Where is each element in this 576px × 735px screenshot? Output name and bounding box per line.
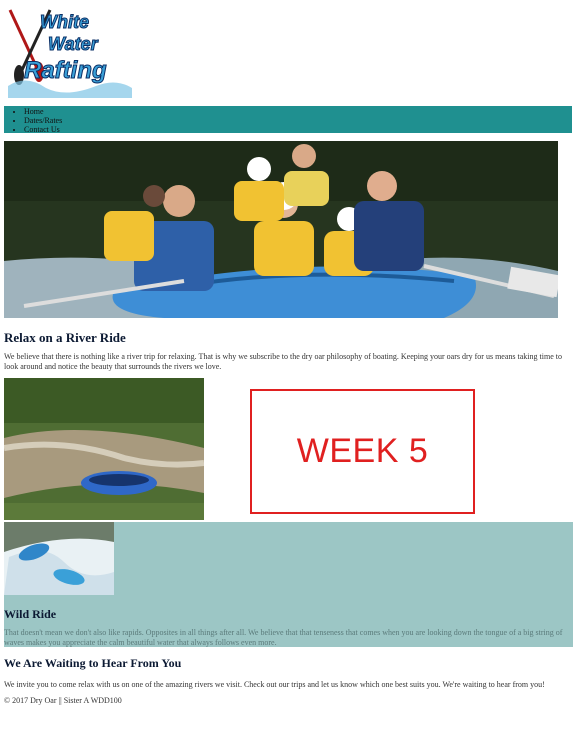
site-logo[interactable]: White Water Rafting [6, 6, 134, 98]
nav-link-contact[interactable]: Contact Us [24, 125, 60, 134]
wild-rapids-image [4, 522, 114, 595]
wait-heading: We Are Waiting to Hear From You [4, 656, 182, 670]
logo-text-water: Water [48, 34, 99, 54]
nav-link-dates-rates[interactable]: Dates/Rates [24, 116, 62, 125]
nav-item-contact[interactable]: Contact Us [24, 125, 572, 134]
logo-text-white: White [40, 12, 89, 32]
wild-ride-section: Wild Ride That doesn't mean we don't als… [4, 522, 573, 647]
nav-item-home[interactable]: Home [24, 107, 572, 116]
main-nav: Home Dates/Rates Contact Us [4, 106, 572, 134]
week-label-box: WEEK 5 [250, 389, 475, 514]
logo-text-rafting: Rafting [24, 57, 107, 84]
wild-heading: Wild Ride [4, 607, 57, 621]
hero-rafting-image [4, 141, 558, 318]
wild-text: That doesn't mean we don't also like rap… [4, 628, 563, 647]
wait-text: We invite you to come relax with us on o… [4, 680, 545, 689]
relax-text: We believe that there is nothing like a … [4, 352, 562, 371]
river-raft-image [4, 378, 204, 520]
nav-item-dates-rates[interactable]: Dates/Rates [24, 116, 572, 125]
relax-heading: Relax on a River Ride [4, 330, 126, 345]
footer-copyright: © 2017 Dry Oar || Sister A WDD100 [4, 696, 122, 705]
week-label-text: WEEK 5 [296, 432, 429, 470]
nav-link-home[interactable]: Home [24, 107, 44, 116]
